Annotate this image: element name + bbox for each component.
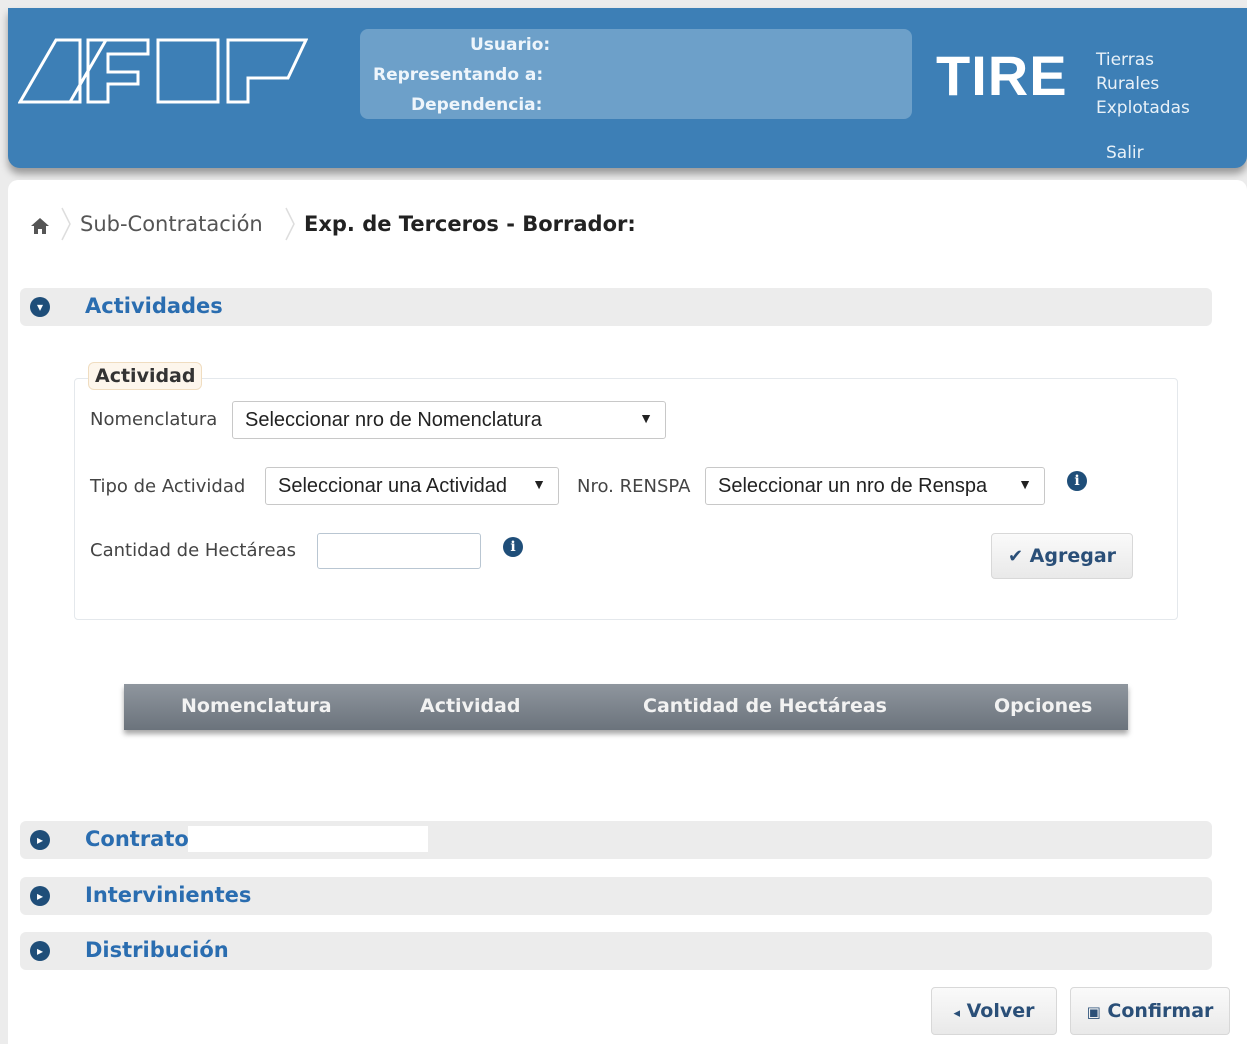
breadcrumb-separator-icon [285, 207, 295, 241]
tipo-actividad-label: Tipo de Actividad [90, 476, 246, 497]
accordion-header-distribucion[interactable]: ▸ Distribución [20, 932, 1212, 970]
accordion-label: Contrato [85, 827, 189, 851]
dropdown-arrow-icon: ▼ [1018, 476, 1032, 492]
app-subtitle-line: Tierras [1096, 50, 1154, 70]
app-subtitle-line: Explotadas [1096, 98, 1190, 118]
renspa-select[interactable]: Seleccionar un nro de Renspa ▼ [705, 467, 1045, 505]
app-header: Usuario: Representando a: Dependencia: T… [8, 8, 1247, 168]
accordion-header-intervinientes[interactable]: ▸ Intervinientes [20, 877, 1212, 915]
chevron-circle-right-icon: ▸ [30, 941, 50, 961]
nomenclatura-label: Nomenclatura [90, 409, 218, 430]
accordion-label: Actividades [85, 294, 223, 318]
dropdown-arrow-icon: ▼ [532, 476, 546, 492]
check-icon: ✔ [1007, 546, 1024, 567]
user-label: Usuario: [470, 35, 551, 55]
breadcrumb-item-subcontratacion[interactable]: Sub-Contratación [80, 212, 263, 236]
renspa-label: Nro. RENSPA [577, 476, 691, 497]
chevron-circle-down-icon: ▾ [30, 297, 50, 317]
tipo-actividad-select-value: Seleccionar una Actividad [278, 475, 508, 497]
nomenclatura-select[interactable]: Seleccionar nro de Nomenclatura ▼ [232, 401, 666, 439]
column-header-hectareas: Cantidad de Hectáreas [643, 695, 887, 717]
activities-table-header: Nomenclatura Actividad Cantidad de Hectá… [124, 684, 1128, 730]
fieldset-legend: Actividad [88, 362, 203, 390]
add-button[interactable]: ✔ Agregar [991, 533, 1133, 579]
page-title: Exp. de Terceros - Borrador: [304, 212, 636, 236]
contract-blank-area [188, 826, 428, 852]
user-info-box: Usuario: Representando a: Dependencia: [360, 29, 912, 119]
logout-link[interactable]: Salir [1106, 143, 1144, 163]
back-button-label: Volver [966, 1000, 1035, 1022]
dropdown-arrow-icon: ▼ [639, 410, 653, 426]
confirm-button-label: Confirmar [1107, 1000, 1214, 1022]
chevron-circle-right-icon: ▸ [30, 830, 50, 850]
column-header-nomenclatura: Nomenclatura [181, 695, 332, 717]
renspa-info-icon[interactable]: i [1067, 471, 1087, 491]
accordion-header-actividades[interactable]: ▾ Actividades [20, 288, 1212, 326]
app-subtitle-line: Rurales [1096, 74, 1160, 94]
representing-label: Representando a: [373, 65, 544, 85]
back-button[interactable]: ◂ Volver [931, 987, 1057, 1035]
column-header-opciones: Opciones [994, 695, 1093, 717]
column-header-actividad: Actividad [420, 695, 521, 717]
nomenclatura-select-value: Seleccionar nro de Nomenclatura [245, 409, 542, 431]
accordion-label: Intervinientes [85, 883, 252, 907]
app-subtitle: Tierras Rurales Explotadas [1096, 48, 1190, 120]
hectareas-info-icon[interactable]: i [503, 537, 523, 557]
save-icon: ▣ [1086, 1003, 1101, 1021]
hectareas-input[interactable] [317, 533, 481, 569]
dependency-label: Dependencia: [411, 95, 543, 115]
afip-logo [18, 38, 308, 104]
renspa-select-value: Seleccionar un nro de Renspa [718, 475, 988, 497]
confirm-button[interactable]: ▣ Confirmar [1070, 987, 1230, 1035]
chevron-circle-right-icon: ▸ [30, 886, 50, 906]
add-button-label: Agregar [1029, 545, 1117, 567]
breadcrumb-separator-icon [61, 207, 71, 241]
accordion-label: Distribución [85, 938, 229, 962]
tipo-actividad-select[interactable]: Seleccionar una Actividad ▼ [265, 467, 559, 505]
caret-left-icon: ◂ [953, 1006, 961, 1021]
app-name: TIRE [936, 44, 1068, 107]
hectareas-label: Cantidad de Hectáreas [90, 540, 296, 561]
home-icon[interactable] [30, 217, 50, 235]
